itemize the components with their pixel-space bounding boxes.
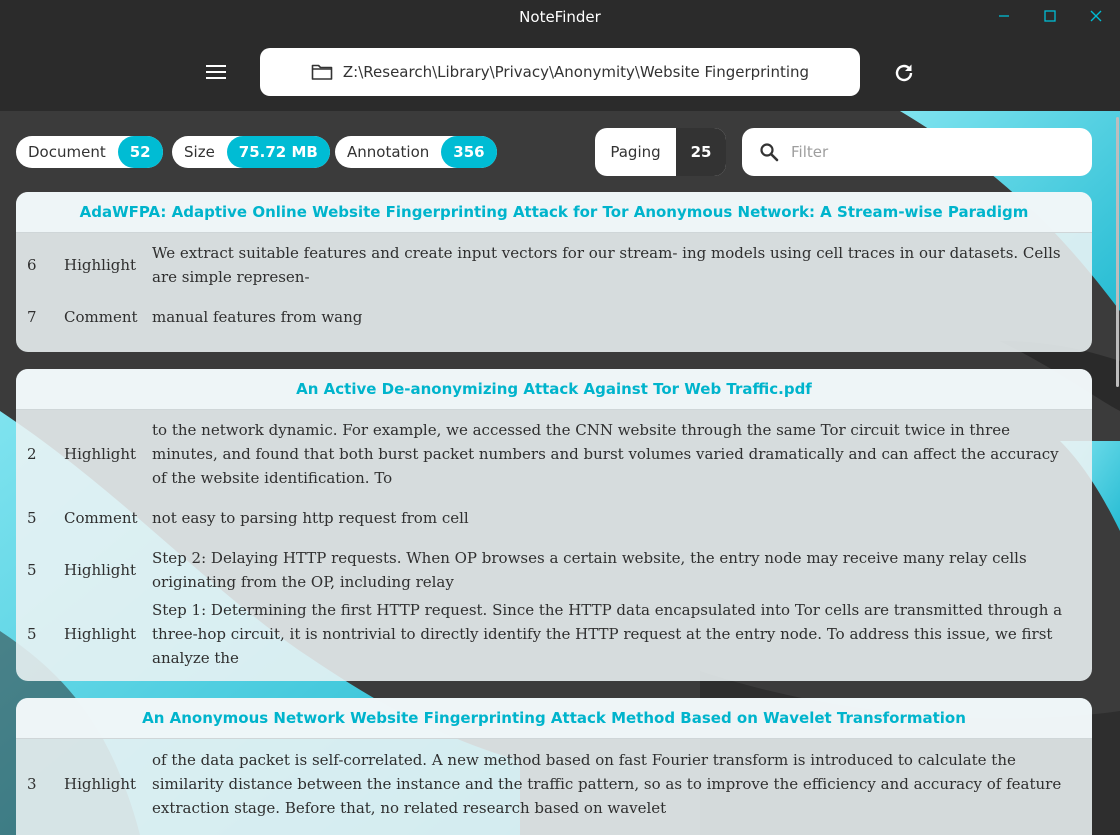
size-value: 75.72 MB — [226, 136, 330, 168]
annotation-text: of the data packet is self-correlated. A… — [152, 751, 1062, 817]
document-title[interactable]: An Anonymous Network Website Fingerprint… — [16, 698, 1092, 739]
document-card: An Active De-anonymizing Attack Against … — [16, 369, 1092, 681]
size-label: Size — [184, 143, 215, 161]
annotation-count-value: 356 — [441, 136, 497, 168]
document-card: An Anonymous Network Website Fingerprint… — [16, 698, 1092, 835]
scrollbar-thumb[interactable] — [1116, 117, 1119, 387]
maximize-icon[interactable] — [1040, 6, 1060, 26]
annotation-row[interactable]: 3 Highlight of the data packet is self-c… — [16, 739, 1092, 829]
annotation-page: 5 — [27, 561, 37, 579]
annotation-type: Highlight — [64, 561, 137, 579]
annotation-row[interactable]: 5 Highlight Step 1: Determining the firs… — [16, 601, 1092, 667]
document-title[interactable]: AdaWFPA: Adaptive Online Website Fingerp… — [16, 192, 1092, 233]
content-area: Document 52 Size 75.72 MB Annotation 356… — [0, 111, 1120, 835]
annotation-row[interactable]: 5 Comment not easy to parsing http reque… — [16, 498, 1092, 538]
filter-input[interactable] — [789, 142, 1073, 162]
annotation-text: Step 2: Delaying HTTP requests. When OP … — [152, 549, 1027, 591]
annotation-type: Highlight — [64, 445, 137, 463]
size-pill: Size 75.72 MB — [172, 136, 330, 168]
app-title: NoteFinder — [519, 8, 601, 26]
folder-icon — [311, 64, 333, 80]
annotation-type: Comment — [64, 509, 138, 527]
toolbar: Z:\Research\Library\Privacy\Anonymity\We… — [0, 32, 1120, 111]
annotation-type: Highlight — [64, 775, 137, 793]
paging-label: Paging — [610, 143, 661, 161]
scrollbar[interactable] — [1114, 111, 1120, 835]
annotation-row[interactable]: 2 Highlight to the network dynamic. For … — [16, 410, 1092, 498]
hamburger-icon[interactable] — [202, 60, 230, 84]
annotation-page: 5 — [27, 625, 37, 643]
annotation-count-label: Annotation — [347, 143, 430, 161]
annotation-text: We extract suitable features and create … — [152, 244, 1061, 286]
document-card: AdaWFPA: Adaptive Online Website Fingerp… — [16, 192, 1092, 352]
annotation-count-pill: Annotation 356 — [335, 136, 497, 168]
annotation-text: Step 1: Determining the first HTTP reque… — [152, 601, 1063, 667]
title-bar: NoteFinder — [0, 0, 1120, 32]
annotation-type: Highlight — [64, 256, 137, 274]
annotation-page: 3 — [27, 775, 37, 793]
document-count-label: Document — [28, 143, 106, 161]
annotation-row[interactable]: 7 Comment manual features from wang — [16, 297, 1092, 337]
refresh-icon[interactable] — [892, 61, 916, 85]
annotation-row[interactable]: 6 Highlight We extract suitable features… — [16, 233, 1092, 297]
annotation-type: Highlight — [64, 625, 137, 643]
close-icon[interactable] — [1086, 6, 1106, 26]
search-icon — [760, 143, 779, 162]
filter-box[interactable] — [742, 128, 1092, 176]
annotation-page: 2 — [27, 445, 37, 463]
document-count-value: 52 — [117, 136, 163, 168]
paging-value[interactable]: 25 — [676, 128, 726, 176]
annotation-text: not easy to parsing http request from ce… — [152, 509, 469, 527]
annotation-page: 6 — [27, 256, 37, 274]
document-count-pill: Document 52 — [16, 136, 163, 168]
annotation-text: to the network dynamic. For example, we … — [152, 421, 1059, 487]
annotation-page: 7 — [27, 308, 37, 326]
folder-path-field[interactable]: Z:\Research\Library\Privacy\Anonymity\We… — [260, 48, 860, 96]
annotation-text: manual features from wang — [152, 308, 363, 326]
annotation-page: 5 — [27, 509, 37, 527]
minimize-icon[interactable] — [994, 6, 1014, 26]
folder-path-text: Z:\Research\Library\Privacy\Anonymity\We… — [342, 63, 810, 81]
annotation-type: Comment — [64, 308, 138, 326]
annotation-row[interactable]: 5 Highlight Step 2: Delaying HTTP reques… — [16, 538, 1092, 602]
document-title[interactable]: An Active De-anonymizing Attack Against … — [16, 369, 1092, 410]
paging-control[interactable]: Paging 25 — [595, 128, 726, 176]
